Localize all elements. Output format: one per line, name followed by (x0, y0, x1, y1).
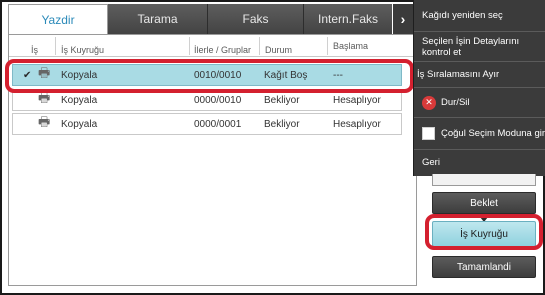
job-name: Kopyala (61, 94, 98, 106)
menu-separate-job-order[interactable]: İş Sıralamasını Ayır (414, 62, 545, 88)
column-header-start: Başlama (333, 41, 369, 51)
tab-internet-fax[interactable]: Intern.Faks (304, 4, 392, 34)
menu-multi-select[interactable]: Çoğul Seçim Moduna gir (414, 118, 545, 150)
job-sets: 0010/0010 (194, 69, 242, 81)
column-header-job-queue: İş Kuyruğu (61, 45, 105, 55)
header-divider (259, 37, 260, 55)
stop-icon: ✕ (422, 95, 436, 110)
job-row[interactable]: ✔ 🖶 Kopyala 0010/0010 Kağıt Boş --- (12, 64, 402, 86)
checkbox-icon (422, 127, 435, 140)
job-start: Hesaplıyor (333, 94, 381, 106)
side-button-blank[interactable] (432, 174, 536, 186)
menu-stop-delete[interactable]: ✕ Dur/Sil (414, 88, 545, 118)
action-menu: Kağıdı yeniden seç Seçilen İşin Detaylar… (413, 0, 545, 176)
job-name: Kopyala (61, 69, 98, 81)
menu-multi-select-label: Çoğul Seçim Moduna gir (441, 128, 545, 139)
check-icon: ✔ (23, 69, 32, 81)
header-divider (55, 37, 56, 55)
job-sets: 0000/0010 (194, 94, 242, 106)
menu-reselect-paper[interactable]: Kağıdı yeniden seç (414, 0, 545, 32)
copy-job-icon: 🖶 (38, 65, 51, 80)
header-divider (189, 37, 190, 55)
job-name: Kopyala (61, 118, 98, 130)
menu-chevron-icon[interactable]: › (393, 4, 413, 34)
column-header-sets: İlerle / Gruplar (194, 45, 252, 55)
job-list-header: İş İş Kuyruğu İlerle / Gruplar Durum Baş… (9, 35, 416, 57)
job-row[interactable]: 🖶 Kopyala 0000/0001 Bekliyor Hesaplıyor (12, 113, 402, 135)
tab-fax[interactable]: Faks (208, 4, 304, 34)
column-header-status: Durum (265, 45, 293, 55)
job-start: --- (333, 69, 343, 81)
mode-tabs: Yazdir Tarama Faks Intern.Faks (8, 4, 392, 34)
copy-job-icon: 🖶 (38, 90, 51, 105)
tab-scan[interactable]: Tarama (108, 4, 208, 34)
tab-print[interactable]: Yazdir (8, 4, 108, 34)
job-status: Kağıt Boş (264, 69, 308, 81)
menu-check-job-details[interactable]: Seçilen İşin Detaylarını kontrol et (414, 32, 545, 62)
copy-job-icon: 🖶 (38, 114, 51, 129)
job-sets: 0000/0001 (194, 118, 242, 130)
header-divider (327, 37, 328, 55)
menu-back[interactable]: Geri (414, 150, 545, 174)
job-start: Hesaplıyor (333, 118, 381, 130)
column-header-job: İş (31, 45, 39, 55)
job-queue-button[interactable]: İş Kuyruğu (432, 221, 536, 247)
job-status: Bekliyor (264, 94, 300, 106)
hold-button[interactable]: Beklet (432, 192, 536, 214)
completed-button[interactable]: Tamamlandi (432, 256, 536, 278)
menu-stop-delete-label: Dur/Sil (441, 97, 470, 108)
job-status: Bekliyor (264, 118, 300, 130)
job-row[interactable]: 🖶 Kopyala 0000/0010 Bekliyor Hesaplıyor (12, 89, 402, 111)
